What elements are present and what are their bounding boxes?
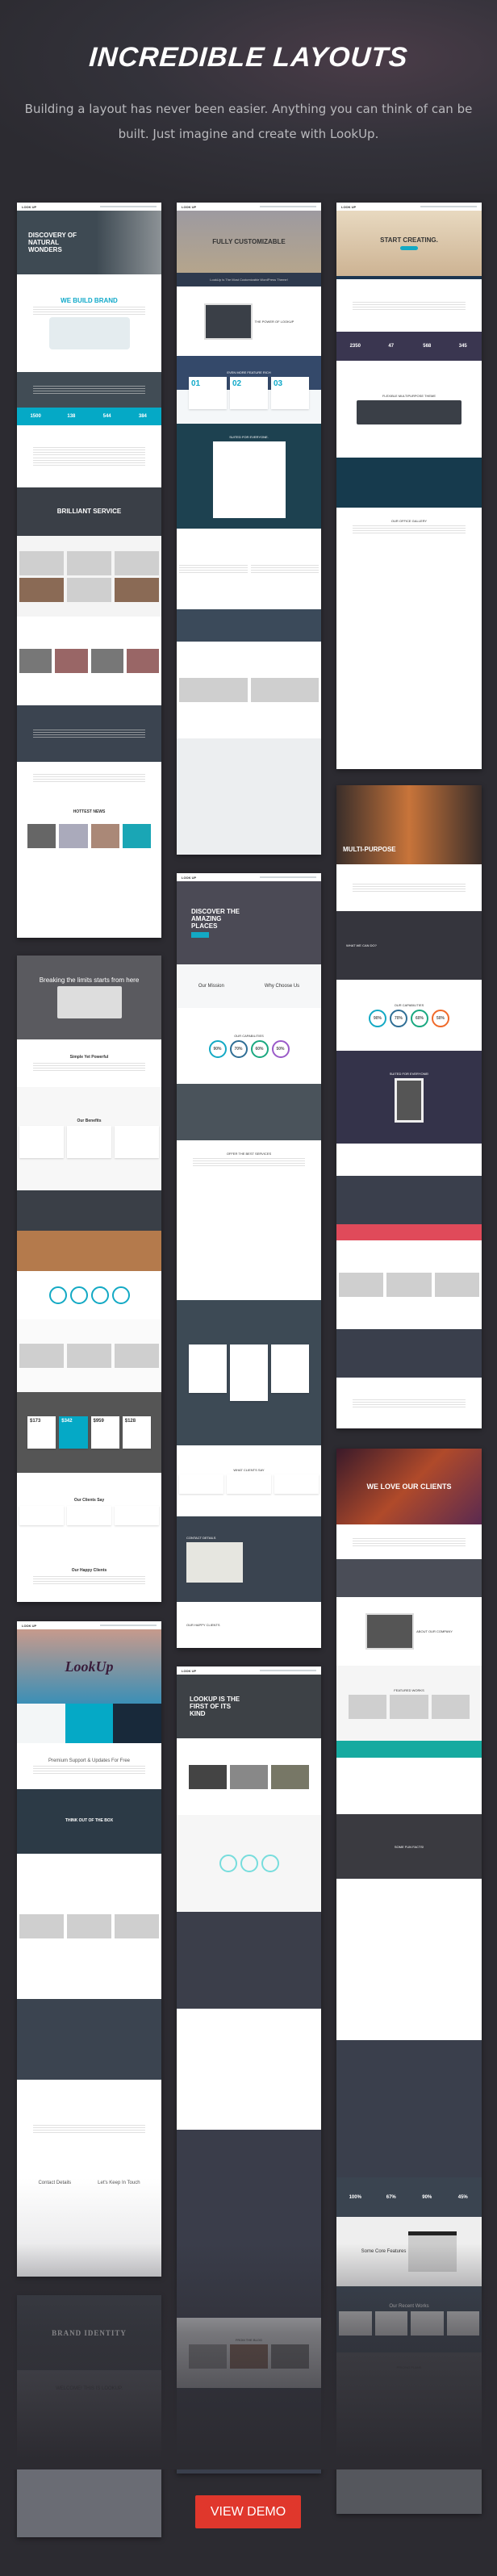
logo: LOOK UP [182,1668,197,1673]
section-title: Simple Yet Powerful [69,1055,109,1060]
layout-preview[interactable]: Breaking the limits starts from here Sim… [17,956,161,1602]
section-title: FLEXIBLE MULTIPURPOSE THEME [382,394,436,398]
hero-headline: Breaking the limits starts from here [39,976,140,984]
section-title: PRICING PLANS [396,2365,422,2369]
section-title: Premium Support & Updates For Free [48,1758,131,1763]
hero-headline: WE LOVE OUR CLIENTS [366,1482,452,1491]
section-title: WHAT CLIENTS SAY [233,1468,265,1472]
section-title: BRILLIANT SERVICE [56,508,122,516]
logo: LOOK UP [22,1623,37,1628]
page-title: INCREDIBLE LAYOUTS [88,42,409,73]
logo: LOOK UP [182,204,197,209]
price: $173 [27,1416,56,1449]
progress-circle: 50% [432,1010,449,1027]
hero-headline: BRAND IDENTITY [52,2328,127,2337]
section-title: OFFER THE BEST SERVICES [226,1152,272,1156]
section-title: Contact Details [38,2181,72,2185]
section-title: ABOUT OUR COMPANY [416,1629,453,1633]
section-title: OUR CAPABILITIES [234,1034,264,1038]
section-title: THE POWER OF LOOKUP [254,319,294,324]
layout-preview[interactable]: LOOK UP LookUp Premium Support & Updates… [17,1621,161,2277]
section-title: Our Mission [198,984,224,989]
section-title: Our Recent Works [389,2303,429,2309]
view-demo-button[interactable]: VIEW DEMO [195,2495,301,2528]
stat: 67% [386,2194,396,2200]
banner-text: LookUp Is The Most Customizable WordPres… [210,278,288,282]
progress-circle: 50% [271,1040,290,1058]
logo: LOOK UP [182,875,197,880]
section-title: FROM THE BLOG [235,2337,263,2342]
section-title: OUR HAPPY CLIENTS [186,1623,220,1627]
layout-preview[interactable]: LOOK UP LOOKUP IS THE FIRST OF ITS KIND … [177,1666,321,2474]
section-title: THINK OUT OF THE BOX [65,1818,114,1824]
section-title: Let's Keep In Touch [98,2181,140,2185]
progress-circle: 90% [369,1010,386,1027]
progress-circle: 70% [390,1010,407,1027]
progress-circle: 90% [208,1040,227,1058]
section-title: WELCOME! THIS IS LOOKUP. [56,2386,123,2391]
section-title: WE BUILD BRAND [61,296,118,304]
feature-card: 03 [271,377,309,409]
section-title: SOME FUN FACTS! [394,1844,424,1849]
layout-preview[interactable]: LOOK UP DISCOVERY OF NATURAL WONDERS WE … [17,203,161,938]
layout-preview[interactable]: MULTI-PURPOSE WHAT WE CAN DO? OUR CAPABI… [336,785,482,1428]
section-title: Our Benefits [77,1118,102,1123]
logo-script: LookUp [65,1658,114,1675]
stat: 1500 [30,414,41,419]
feature-card: 02 [230,377,268,409]
price: $128 [122,1416,151,1449]
hero-headline: START CREATING. [380,236,438,244]
hero-headline: MULTI-PURPOSE [343,845,396,853]
price: $959 [90,1416,119,1449]
section-title: EVEN MORE FEATURE RICH [227,370,271,374]
nav-bar: LOOK UP [17,203,161,211]
section-title: SUITED FOR EVERYONE. [229,434,269,439]
price: $342 [59,1416,88,1449]
stat: 100% [349,2194,361,2200]
stat: 345 [458,344,467,349]
section-title: Our Clients Say [73,1498,105,1503]
progress-circle: 70% [229,1040,248,1058]
hero-headline: LOOKUP IS THE FIRST OF ITS KIND [190,1695,240,1718]
stat: 90% [422,2194,432,2200]
stat: 568 [423,344,432,349]
feature-card: 01 [189,377,227,409]
logo: LOOK UP [341,204,357,209]
stat: 138 [67,414,76,419]
section-title: Why Choose Us [264,984,300,989]
stat: 544 [102,414,111,419]
hero-headline: DISCOVERY OF NATURAL WONDERS [28,231,77,254]
progress-circle: 60% [250,1040,269,1058]
stat: 47 [388,344,395,349]
section-title: OUR CAPABILITIES [394,1003,424,1007]
section-title: SUITED FOR EVERYONE! [389,1072,429,1076]
section-title: HOTTEST NEWS [73,809,106,814]
layout-preview[interactable]: LOOK UP FULLY CUSTOMIZABLE LookUp Is The… [177,203,321,855]
section-title: Our Happy Clients [71,1568,107,1574]
section-title: OUR OFFICE GALLERY [390,519,428,523]
logo: LOOK UP [22,204,37,209]
stat: 2350 [349,344,361,349]
layout-preview[interactable]: LOOK UP START CREATING. 2350 47 568 345 FLE… [336,203,482,769]
layout-preview[interactable]: BRAND IDENTITY WELCOME! THIS IS LOOKUP. [17,2295,161,2537]
layout-preview[interactable]: WE LOVE OUR CLIENTS ABOUT OUR COMPANY FE… [336,1449,482,2514]
section-title: CONTACT DETAILS [186,1536,216,1540]
section-title: WHAT WE CAN DO? [346,943,377,947]
hero-headline: FULLY CUSTOMIZABLE [212,237,286,245]
section-title: FEATURED WORKS [394,1687,424,1692]
section-title: Some Core Features [361,2249,407,2254]
stat: 384 [138,414,147,419]
page-subtitle: Building a layout has never been easier.… [24,102,473,141]
progress-circle: 60% [411,1010,428,1027]
stat: 45% [457,2194,468,2200]
layout-preview[interactable]: LOOK UP DISCOVER THE AMAZING PLACES Our … [177,873,321,1648]
hero-headline: DISCOVER THE AMAZING PLACES [191,907,240,930]
